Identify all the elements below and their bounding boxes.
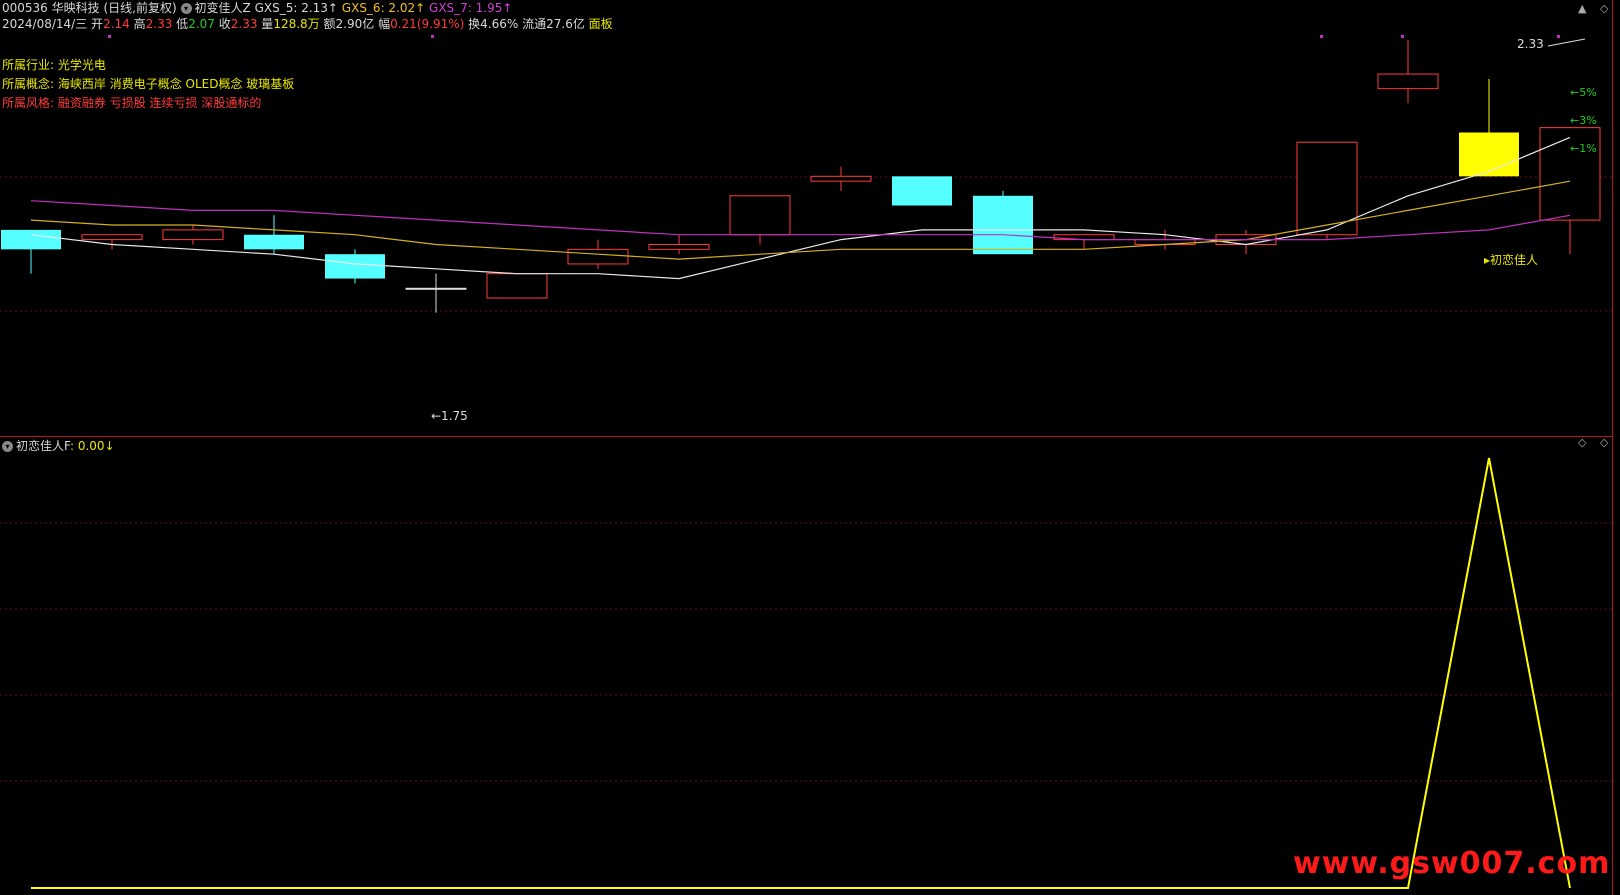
high-pointer — [1547, 38, 1586, 47]
low-annotation: ←1.75 — [431, 409, 468, 423]
pct5-marker: ←5% — [1570, 86, 1597, 99]
candle-body[interactable] — [1, 229, 61, 250]
candle-body[interactable] — [486, 273, 548, 299]
candle-body[interactable] — [892, 176, 952, 206]
candle-body[interactable] — [810, 175, 872, 182]
candle-body[interactable] — [244, 234, 304, 250]
right-border — [1612, 0, 1613, 895]
watermark: www.gsw007.com — [1293, 846, 1611, 881]
candle-body[interactable] — [325, 254, 385, 279]
candle-body[interactable] — [1459, 132, 1519, 177]
signal-label: ▸初恋佳人 — [1484, 253, 1539, 267]
candle-body[interactable] — [405, 287, 467, 290]
high-annotation: 2.33 — [1517, 37, 1544, 51]
candle-body[interactable] — [973, 195, 1033, 255]
candle-body[interactable] — [81, 234, 143, 241]
candle-body[interactable] — [162, 229, 224, 241]
candle-body[interactable] — [567, 248, 629, 265]
pct1-marker: ←1% — [1570, 142, 1597, 155]
kline-chart[interactable] — [0, 0, 1612, 435]
pct3-marker: ←3% — [1570, 114, 1597, 127]
candle-body[interactable] — [729, 195, 791, 236]
signal-chart[interactable] — [0, 437, 1612, 892]
candle-body[interactable] — [648, 243, 710, 250]
candle-body[interactable] — [1377, 73, 1439, 90]
